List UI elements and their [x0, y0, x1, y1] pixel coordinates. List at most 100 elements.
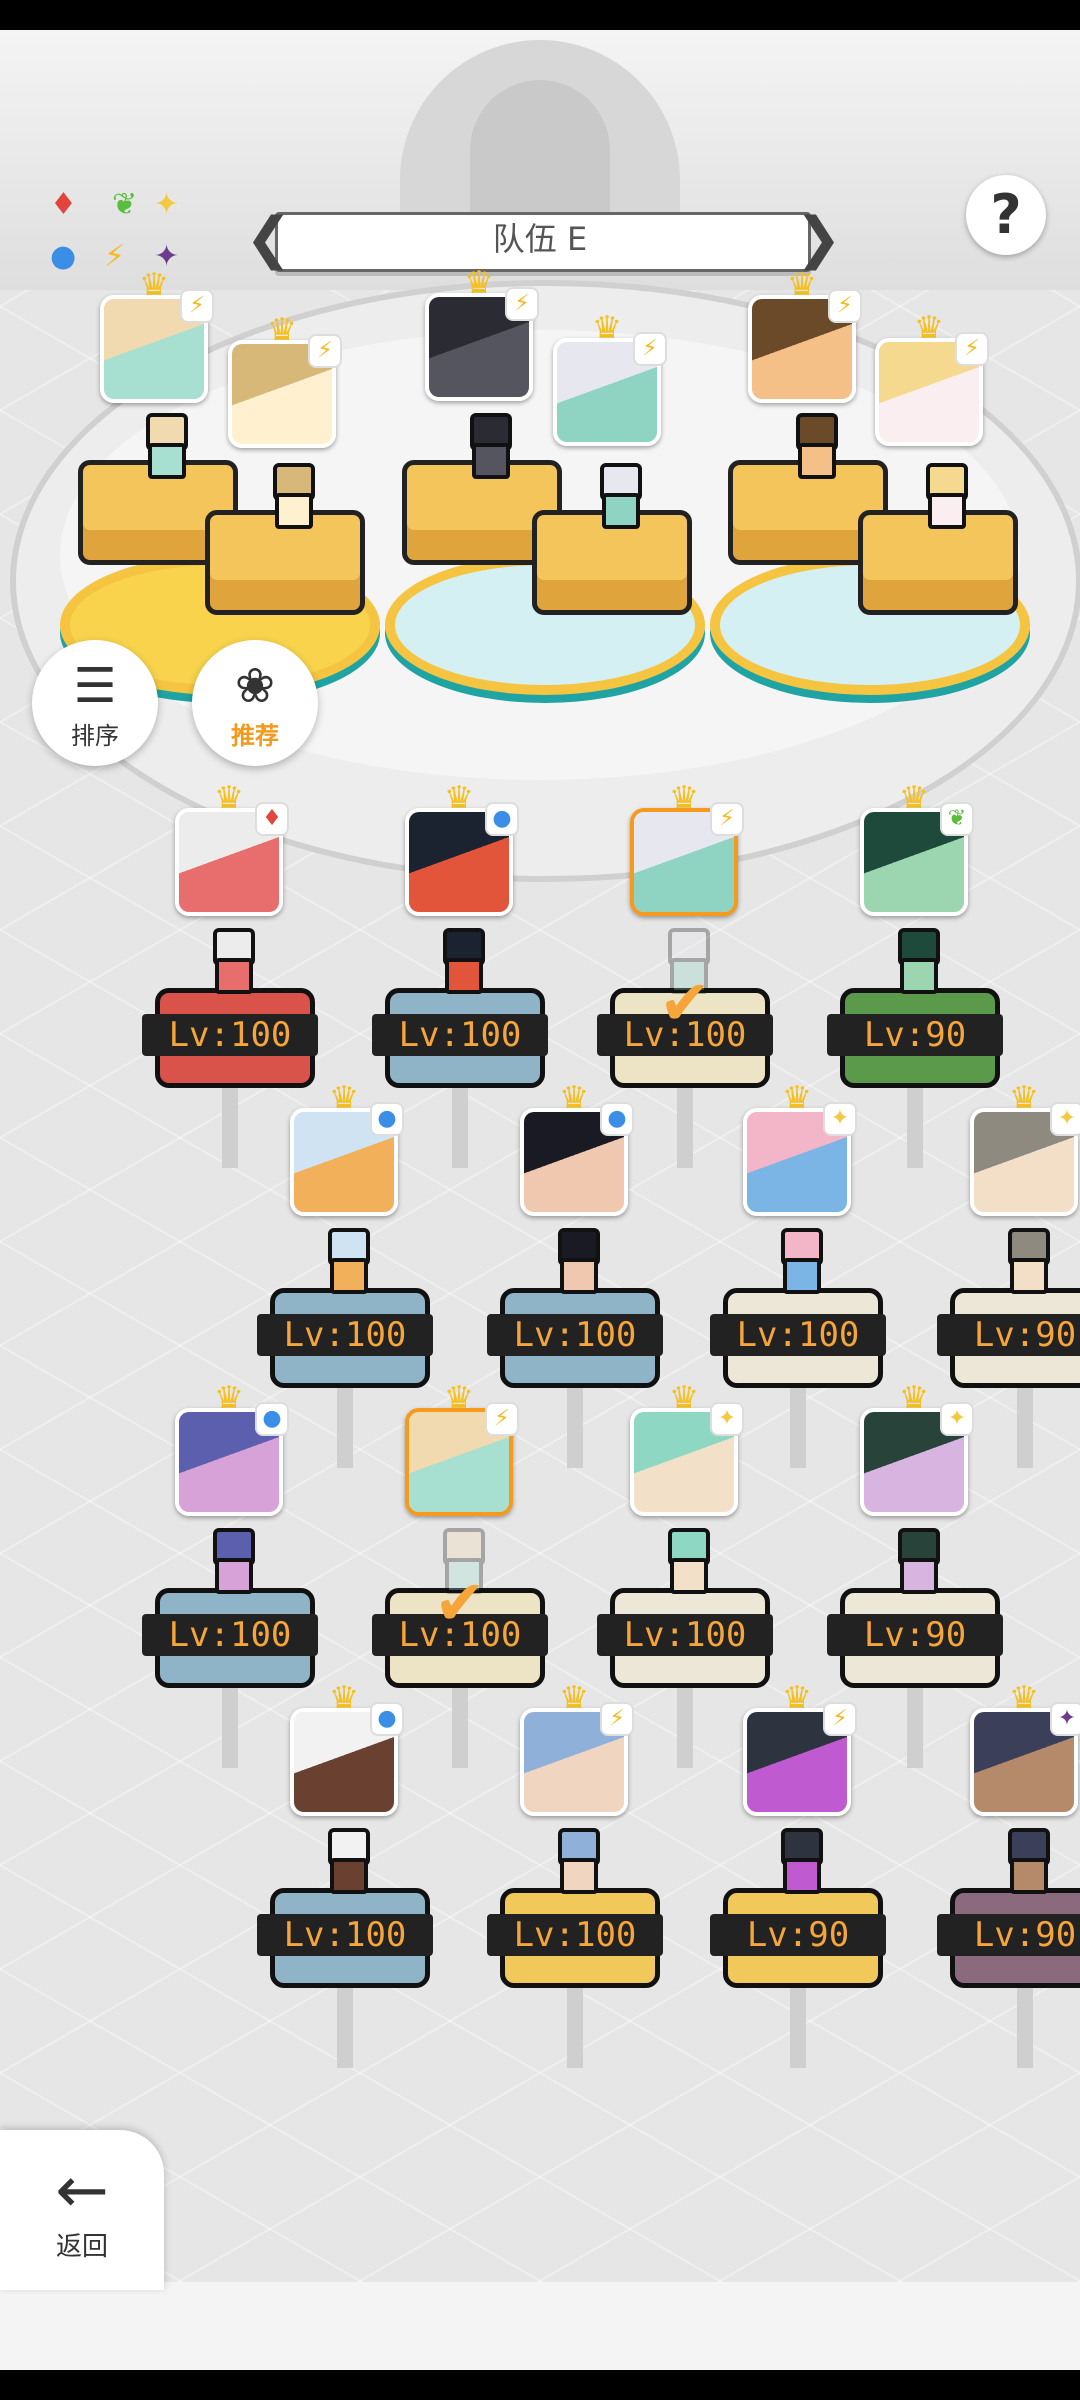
party-member-card[interactable]: ♛ ⚡	[100, 269, 214, 403]
roster-character-card[interactable]: ♛ ✦	[970, 1682, 1080, 1816]
element-badge-icon: ♦	[255, 802, 289, 836]
unit-pole	[337, 1378, 353, 1468]
roster-unit[interactable]: Lv:100 ✔	[372, 1528, 548, 1768]
unit-sprite	[1000, 1228, 1050, 1294]
level-label: Lv:100	[257, 1914, 433, 1956]
party-pedestal[interactable]	[205, 463, 365, 615]
sparkle-yellow-icon: ✦	[154, 187, 180, 222]
roster-unit[interactable]: Lv:90	[827, 1528, 1003, 1768]
roster-character-card[interactable]: ♛ ●	[520, 1082, 634, 1216]
party-member-card[interactable]: ♛ ⚡	[425, 267, 539, 401]
element-badge-icon: ⚡	[823, 1702, 857, 1736]
diamond-red-icon: ♦	[50, 187, 77, 222]
circle-blue-icon: ●	[50, 239, 77, 274]
roster-character-card[interactable]: ♛ ✦	[970, 1082, 1080, 1216]
party-pedestal[interactable]	[858, 463, 1018, 615]
roster-unit[interactable]: Lv:100	[710, 1228, 886, 1468]
unit-pole	[567, 1378, 583, 1468]
navigation-strip	[0, 2282, 1080, 2370]
level-label: Lv:90	[827, 1614, 1003, 1656]
element-badge-icon: ⚡	[485, 1402, 519, 1436]
element-badge-icon: ⚡	[710, 802, 744, 836]
recommend-label: 推荐	[231, 722, 279, 750]
selected-check-icon: ✔	[659, 966, 711, 1039]
element-badge-icon: ●	[370, 1702, 404, 1736]
element-legend: ♦ ❦ ✦ ● ⚡ ✦	[50, 190, 190, 280]
roster-unit[interactable]: Lv:90	[827, 928, 1003, 1168]
roster-character-card[interactable]: ♛ ✦	[860, 1382, 974, 1516]
roster-unit[interactable]: Lv:100	[257, 1228, 433, 1468]
roster-character-card[interactable]: ♛ ●	[290, 1082, 404, 1216]
roster-unit[interactable]: Lv:100	[142, 928, 318, 1168]
roster-character-card[interactable]: ♛ ●	[290, 1682, 404, 1816]
status-bar	[0, 0, 1080, 30]
roster-unit[interactable]: Lv:100	[257, 1828, 433, 2068]
unit-sprite	[205, 928, 255, 994]
party-pedestal[interactable]	[532, 463, 692, 615]
roster-unit[interactable]: Lv:100	[597, 1528, 773, 1768]
unit-sprite	[320, 1828, 370, 1894]
unit-sprite	[890, 928, 940, 994]
roster-unit[interactable]: Lv:100	[142, 1528, 318, 1768]
roster-character-card[interactable]: ♛ ⚡	[630, 782, 744, 916]
element-badge-icon: ❦	[940, 802, 974, 836]
unit-sprite	[205, 1528, 255, 1594]
roster-character-card[interactable]: ♛ ✦	[743, 1082, 857, 1216]
roster-unit[interactable]: Lv:100	[487, 1828, 663, 2068]
unit-pole	[677, 1078, 693, 1168]
recommend-button[interactable]: ❀ 推荐	[192, 640, 318, 766]
roster-unit[interactable]: Lv:90	[937, 1228, 1080, 1468]
roster-unit[interactable]: Lv:100 ✔	[597, 928, 773, 1168]
element-badge-icon: ✦	[710, 1402, 744, 1436]
unit-pole	[790, 1378, 806, 1468]
roster-unit[interactable]: Lv:100	[487, 1228, 663, 1468]
unit-pole	[337, 1978, 353, 2068]
unit-pole	[452, 1678, 468, 1768]
roster-character-card[interactable]: ♛ ❦	[860, 782, 974, 916]
roster-character-card[interactable]: ♛ ⚡	[405, 1382, 519, 1516]
roster-character-card[interactable]: ♛ ♦	[175, 782, 289, 916]
party-member-card[interactable]: ♛ ⚡	[553, 312, 667, 446]
unit-pole	[1017, 1978, 1033, 2068]
leaf-green-icon: ❦	[112, 187, 138, 222]
unit-sprite	[550, 1828, 600, 1894]
party-sprite	[788, 413, 838, 479]
back-button[interactable]: ← 返回	[0, 2130, 164, 2290]
prev-team-button[interactable]: ❮	[245, 206, 292, 272]
roster-unit[interactable]: Lv:90	[937, 1828, 1080, 2068]
roster-character-card[interactable]: ♛ ✦	[630, 1382, 744, 1516]
unit-pole	[907, 1078, 923, 1168]
unit-pole	[790, 1978, 806, 2068]
recommend-icon: ❀	[234, 658, 276, 714]
next-team-button[interactable]: ❯	[795, 206, 842, 272]
element-badge-icon: ●	[370, 1102, 404, 1136]
roster-unit[interactable]: Lv:90	[710, 1828, 886, 2068]
unit-sprite	[435, 928, 485, 994]
roster-character-card[interactable]: ♛ ⚡	[520, 1682, 634, 1816]
team-title: 队伍 E	[492, 220, 588, 258]
level-label: Lv:100	[487, 1914, 663, 1956]
unit-sprite	[320, 1228, 370, 1294]
unit-pole	[222, 1078, 238, 1168]
roster-character-card[interactable]: ♛ ●	[175, 1382, 289, 1516]
roster-character-card[interactable]: ♛ ⚡	[743, 1682, 857, 1816]
element-badge-icon: ✦	[823, 1102, 857, 1136]
party-sprite	[138, 413, 188, 479]
party-member-card[interactable]: ♛ ⚡	[228, 314, 342, 448]
unit-pole	[907, 1678, 923, 1768]
element-badge-icon: ✦	[1050, 1102, 1080, 1136]
element-badge-icon: ✦	[1050, 1702, 1080, 1736]
party-member-card[interactable]: ♛ ⚡	[748, 269, 862, 403]
sort-button[interactable]: ☰ 排序	[32, 640, 158, 766]
help-button[interactable]: ?	[966, 175, 1046, 255]
back-label: 返回	[55, 2232, 108, 2262]
roster-unit[interactable]: Lv:100	[372, 928, 548, 1168]
party-member-card[interactable]: ♛ ⚡	[875, 312, 989, 446]
party-sprite	[265, 463, 315, 529]
unit-pole	[677, 1678, 693, 1768]
roster-character-card[interactable]: ♛ ●	[405, 782, 519, 916]
unit-sprite	[550, 1228, 600, 1294]
element-badge-icon: ⚡	[828, 289, 862, 323]
level-label: Lv:100	[487, 1314, 663, 1356]
system-bar	[0, 2370, 1080, 2400]
